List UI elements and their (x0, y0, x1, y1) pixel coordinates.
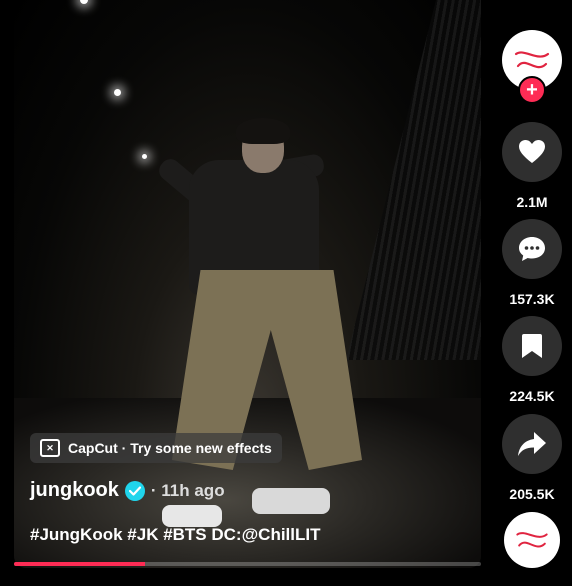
share-button[interactable] (502, 414, 562, 474)
like-button[interactable] (502, 122, 562, 182)
save-button[interactable] (502, 316, 562, 376)
dancer-hair (236, 118, 290, 144)
follow-button[interactable]: + (518, 76, 546, 104)
effect-banner-label: CapCut · Try some new effects (68, 440, 272, 456)
music-disc[interactable] (504, 512, 560, 568)
comment-bubble-icon (519, 237, 545, 261)
stage-rail (346, 0, 481, 360)
share-arrow-icon (518, 432, 546, 456)
video-progress-bar[interactable] (14, 562, 481, 566)
progress-fill (14, 562, 145, 566)
post-timestamp: · 11h ago (150, 480, 225, 500)
like-action: 2.1M (502, 122, 562, 210)
action-sidebar: + 2.1M 157.3K 224.5K 205.5K (502, 0, 562, 586)
verified-badge-icon (124, 480, 145, 501)
save-count: 224.5K (509, 388, 555, 404)
capcut-icon: ✕ (40, 439, 60, 457)
stage-light (114, 89, 121, 96)
comment-action: 157.3K (502, 219, 562, 307)
dancer-shoe (252, 488, 330, 514)
author-info: jungkook · 11h ago (30, 479, 225, 502)
music-disc-icon (516, 532, 548, 548)
brand-logo-icon (514, 51, 550, 69)
username-link[interactable]: jungkook (30, 479, 119, 502)
share-count: 205.5K (509, 486, 555, 502)
bookmark-icon (522, 334, 542, 358)
effect-banner[interactable]: ✕ CapCut · Try some new effects (30, 433, 282, 463)
stage-light (80, 0, 88, 4)
dancer-shoe (162, 505, 222, 527)
comment-count: 157.3K (509, 291, 555, 307)
video-caption[interactable]: #JungKook #JK #BTS DC:@ChillLIT (30, 525, 321, 545)
like-count: 2.1M (516, 194, 548, 210)
stage-light (142, 154, 147, 159)
heart-icon (519, 140, 545, 163)
save-action: 224.5K (502, 316, 562, 404)
comment-button[interactable] (502, 219, 562, 279)
share-action: 205.5K (502, 414, 562, 502)
